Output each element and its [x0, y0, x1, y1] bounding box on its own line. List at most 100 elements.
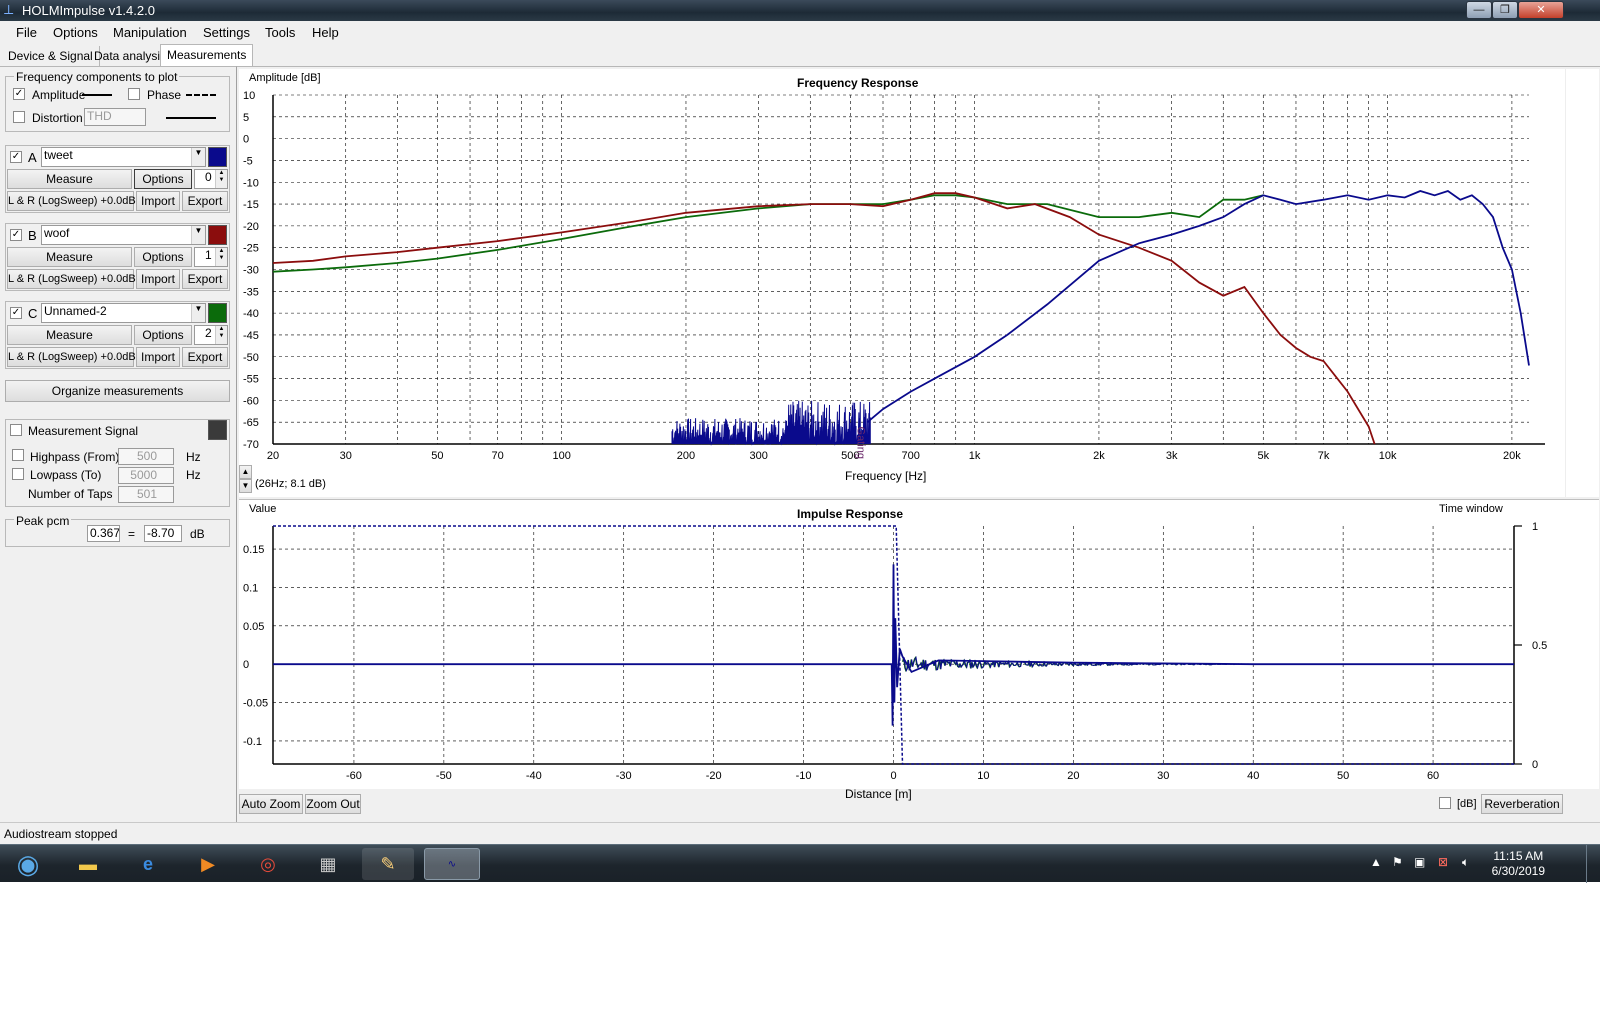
freq-x-tick-label: 50 [431, 450, 443, 462]
wall-app-icon[interactable]: ▦ [302, 848, 354, 880]
frequency-xlabel: Frequency [Hz] [845, 469, 927, 483]
measurement-b-export-button[interactable]: Export [182, 269, 228, 289]
measurement-a-measure-button[interactable]: Measure [7, 169, 132, 189]
measurement-a-color[interactable] [208, 147, 227, 167]
auto-zoom-button[interactable]: Auto Zoom [239, 794, 303, 814]
reverberation-button[interactable]: Reverberation [1481, 794, 1563, 814]
network-icon[interactable]: ⊠ [1438, 855, 1448, 869]
frequency-response-chart[interactable]: 10 5 0 -5 -10 -15 -20 -25 -30 -35 -40 -45 -50 -55 -60-… [239, 69, 1565, 497]
menu-file[interactable]: File [16, 25, 37, 40]
measurement-b-measure-button[interactable]: Measure [7, 247, 132, 267]
file-explorer-icon[interactable]: ▬ [62, 848, 114, 880]
freq-x-tick-label: 100 [552, 450, 570, 462]
imp-x-tick-label: -40 [526, 770, 542, 782]
cursor-down-button[interactable]: ▼ [239, 479, 252, 493]
imp-y-tick-label: 0.15 [243, 544, 264, 556]
lowpass-input[interactable]: 5000 [118, 467, 174, 484]
highpass-input[interactable]: 500 [118, 448, 174, 465]
measurement-c-color[interactable] [208, 303, 227, 323]
measurement-b-checkbox[interactable]: ✓ [10, 229, 22, 241]
measurement-c-import-button[interactable]: Import [136, 347, 180, 367]
chevron-down-icon[interactable]: ▼ [191, 304, 205, 322]
tab-device-signal[interactable]: Device & Signal [2, 46, 100, 66]
chevron-down-icon[interactable]: ▼ [191, 226, 205, 244]
spinner-icon[interactable]: ▲ ▼ [215, 248, 227, 266]
organize-measurements-button[interactable]: Organize measurements [5, 380, 230, 402]
measurement-signal-label: Measurement Signal [28, 424, 139, 438]
title-bar[interactable]: ⟂ HOLMImpulse v1.4.2.0 — ❐ ✕ [0, 0, 1600, 21]
imp-x-tick-label: 10 [977, 770, 989, 782]
impulse-response-svg: -60 -50 -40 -30 -20 -10 0 10 20 30 40 50 600.150.10.… [243, 521, 1547, 782]
lowpass-checkbox[interactable] [12, 468, 24, 480]
zoom-out-button[interactable]: Zoom Out [305, 794, 361, 814]
freq-x-tick-label: 1k [969, 450, 981, 462]
show-desktop-button[interactable] [1586, 845, 1600, 883]
highpass-checkbox[interactable] [12, 449, 24, 461]
spinner-icon[interactable]: ▲ ▼ [215, 326, 227, 344]
internet-explorer-icon[interactable]: e [122, 848, 174, 880]
imp-x-tick-label: 60 [1427, 770, 1439, 782]
start-button[interactable]: ◉ [2, 848, 54, 880]
distortion-checkbox[interactable] [13, 111, 25, 123]
minimize-button[interactable]: — [1466, 1, 1492, 19]
maximize-button[interactable]: ❐ [1492, 1, 1518, 19]
measurement-c-options-button[interactable]: Options [134, 325, 192, 345]
menu-help[interactable]: Help [312, 25, 339, 40]
taps-input[interactable]: 501 [118, 486, 174, 503]
measurement-a-name[interactable]: tweet [41, 147, 206, 167]
measurement-a-options-button[interactable]: Options [134, 169, 192, 189]
amplitude-line-style [82, 94, 112, 96]
tab-measurements[interactable]: Measurements [160, 44, 254, 66]
media-player-icon[interactable]: ▶ [182, 848, 234, 880]
chevron-down-icon[interactable]: ▼ [191, 148, 205, 166]
measurement-signal-checkbox[interactable] [10, 424, 22, 436]
time-window-label: Time window [1439, 503, 1503, 515]
measurement-b-source[interactable]: L & R (LogSweep) +0.0dB [7, 269, 136, 289]
holmimpulse-taskbar-icon[interactable]: ∿ [424, 848, 480, 880]
distortion-type-select[interactable]: THD [84, 108, 146, 126]
frequency-ylabel: Amplitude [dB] [249, 72, 321, 84]
imp-x-tick-label: 30 [1157, 770, 1169, 782]
cursor-readout: (26Hz; 8.1 dB) [255, 478, 326, 490]
freq-x-tick-label: 20k [1503, 450, 1521, 462]
device-icon[interactable]: ▣ [1414, 855, 1425, 869]
cursor-up-button[interactable]: ▲ [239, 465, 252, 479]
status-text: Audiostream stopped [4, 827, 118, 841]
peak-value: 0.367 [87, 525, 120, 542]
paint-icon[interactable]: ✎ [362, 848, 414, 880]
spinner-icon[interactable]: ▲ ▼ [215, 170, 227, 188]
measurement-a-source[interactable]: L & R (LogSweep) +0.0dB [7, 191, 136, 211]
measurement-a-export-button[interactable]: Export [182, 191, 228, 211]
menu-settings[interactable]: Settings [203, 25, 250, 40]
menu-options[interactable]: Options [53, 25, 98, 40]
tray-expand-icon[interactable]: ▲ [1370, 855, 1382, 869]
menu-tools[interactable]: Tools [265, 25, 295, 40]
measurement-c-export-button[interactable]: Export [182, 347, 228, 367]
impulse-response-chart[interactable]: -60 -50 -40 -30 -20 -10 0 10 20 30 40 50 60 0.15 0.1 0.… [239, 499, 1599, 789]
measurement-b-name[interactable]: woof [41, 225, 206, 245]
flag-icon[interactable]: ⚑ [1392, 855, 1403, 869]
measurement-b-import-button[interactable]: Import [136, 269, 180, 289]
amplitude-checkbox[interactable]: ✓ [13, 88, 25, 100]
imp-x-tick-label: 0 [890, 770, 896, 782]
measurement-a-checkbox[interactable]: ✓ [10, 151, 22, 163]
measurement-b-options-button[interactable]: Options [134, 247, 192, 267]
measurement-c-checkbox[interactable]: ✓ [10, 307, 22, 319]
time-window-tick-label: 0.5 [1532, 640, 1547, 652]
menu-manipulation[interactable]: Manipulation [113, 25, 187, 40]
clock[interactable]: 11:15 AM 6/30/2019 [1492, 849, 1545, 879]
close-button[interactable]: ✕ [1518, 1, 1564, 19]
measurement-c-measure-button[interactable]: Measure [7, 325, 132, 345]
measurement-c-source[interactable]: L & R (LogSweep) +0.0dB [7, 347, 136, 367]
measurement-a-import-button[interactable]: Import [136, 191, 180, 211]
imp-y-tick-label: 0 [243, 659, 249, 671]
chrome-icon[interactable]: ◎ [242, 848, 294, 880]
db-checkbox[interactable] [1439, 797, 1451, 809]
measurement-c-name[interactable]: Unnamed-2 [41, 303, 206, 323]
measurement-b-color[interactable] [208, 225, 227, 245]
phase-checkbox[interactable] [128, 88, 140, 100]
volume-icon[interactable]: 🔈︎ [1462, 855, 1469, 870]
imp-y-tick-label: 0.1 [243, 582, 258, 594]
measurement-signal-color[interactable] [208, 420, 227, 440]
freq-x-tick-label: 10k [1379, 450, 1397, 462]
